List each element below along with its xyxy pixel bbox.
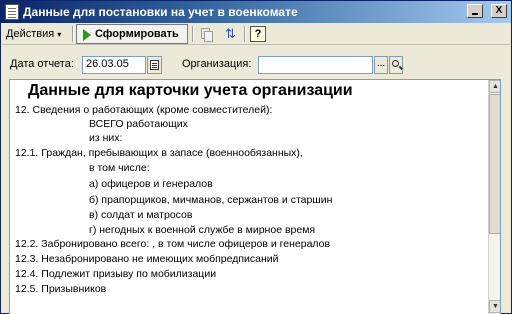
- report-line: б) прапорщиков, мичманов, сержантов и ст…: [89, 194, 333, 206]
- title-bar[interactable]: Данные для постановки на учет в военкома…: [1, 1, 511, 23]
- close-button[interactable]: X: [491, 4, 507, 18]
- document-icon: [5, 4, 19, 20]
- play-icon: [83, 29, 91, 41]
- minimize-button[interactable]: [467, 4, 483, 18]
- report-line: 12.3. Незабронировано не имеющих мобпред…: [15, 253, 279, 265]
- help-button[interactable]: ?: [250, 26, 266, 42]
- report-line: в том числе:: [89, 162, 150, 174]
- scrollbar-thumb[interactable]: [489, 94, 500, 234]
- report-title: Данные для карточки учета организации: [28, 82, 353, 99]
- report-date-field[interactable]: 26.03.05: [82, 56, 146, 74]
- window-title: Данные для постановки на учет в военкома…: [23, 5, 298, 19]
- report-line: из них:: [89, 132, 123, 144]
- copy-icon[interactable]: [198, 27, 214, 42]
- scroll-down-icon[interactable]: ▼: [489, 300, 500, 313]
- report-line: 12.1. Граждан, пребывающих в запасе (вое…: [15, 147, 303, 159]
- report-line: а) офицеров и генералов: [89, 178, 213, 190]
- sort-arrows-icon[interactable]: [222, 26, 238, 42]
- organization-label: Организация:: [182, 58, 252, 70]
- scroll-up-icon[interactable]: ▲: [489, 80, 500, 93]
- report-window: Данные для постановки на учет в военкома…: [0, 0, 512, 314]
- chevron-down-icon: ▾: [57, 30, 62, 39]
- report-line: ВСЕГО работающих: [89, 118, 188, 130]
- vertical-scrollbar[interactable]: ▲ ▼: [488, 80, 500, 314]
- report-line: 12.5. Призывников: [15, 283, 107, 295]
- search-button[interactable]: [389, 56, 403, 74]
- toolbar-separator: [244, 26, 246, 42]
- toolbar: Действия▾ Сформировать ?: [2, 23, 510, 45]
- calendar-button[interactable]: [147, 56, 162, 74]
- report-line: 12.2. Забронировано всего: , в том числе…: [15, 238, 331, 250]
- calendar-icon: [150, 60, 159, 70]
- report-line: г) негодных к военной службе в мирное вр…: [89, 224, 316, 236]
- actions-menu[interactable]: Действия ▾: [6, 26, 61, 42]
- report-line: в) солдат и матросов: [89, 209, 193, 221]
- report-parameters: Дата отчета: 26.03.05 Организация: ...: [2, 49, 510, 79]
- report-line: 12. Сведения о работающих (кроме совмест…: [15, 104, 273, 116]
- toolbar-separator: [192, 26, 194, 42]
- toolbar-separator: [72, 26, 74, 42]
- actions-menu-label: Действия: [6, 28, 55, 40]
- search-icon: [392, 60, 399, 67]
- generate-button-label: Сформировать: [95, 28, 179, 40]
- generate-button[interactable]: Сформировать: [76, 24, 188, 44]
- organization-field[interactable]: [258, 56, 373, 74]
- select-organization-button[interactable]: ...: [374, 56, 388, 74]
- date-label: Дата отчета:: [10, 58, 74, 70]
- report-line: 12.4. Подлежит призыву по мобилизации: [15, 268, 217, 280]
- report-document[interactable]: Данные для карточки учета организации 12…: [9, 79, 501, 314]
